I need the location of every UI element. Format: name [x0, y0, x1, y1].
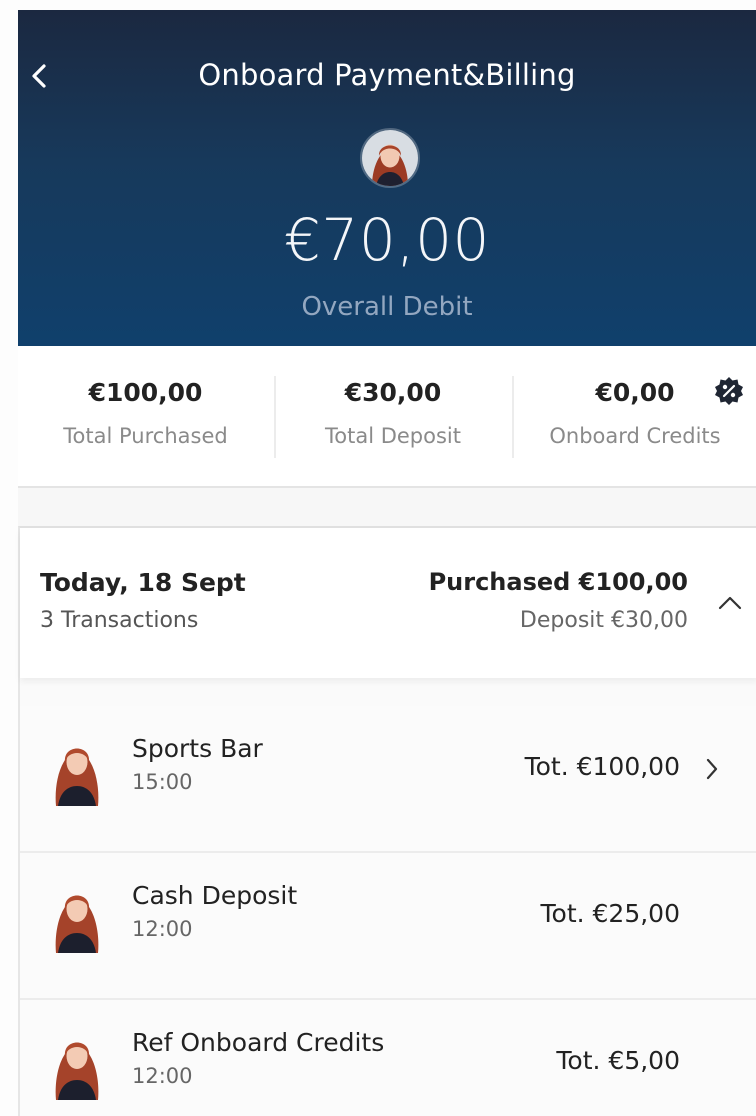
- overall-debit-amount: €70,00: [284, 206, 490, 274]
- transaction-row[interactable]: Sports Bar 15:00 Tot. €100,00: [20, 706, 756, 853]
- avatar-portrait-icon: [55, 895, 99, 953]
- summary-total-deposit: €30,00 Total Deposit: [276, 346, 510, 486]
- summary-total-purchased: €100,00 Total Purchased: [18, 346, 273, 486]
- overall-debit-label: Overall Debit: [301, 292, 473, 322]
- summary-label: Onboard Credits: [549, 424, 721, 448]
- transaction-name: Cash Deposit: [132, 881, 298, 910]
- avatar-portrait-icon: [55, 1042, 99, 1100]
- transaction-time: 12:00: [132, 917, 193, 941]
- header: Onboard Payment&Billing €70,00 Overall D…: [18, 10, 756, 346]
- transaction-total: Tot. €25,00: [540, 899, 681, 928]
- chevron-right-icon[interactable]: [704, 756, 720, 782]
- screen: Onboard Payment&Billing €70,00 Overall D…: [0, 0, 756, 1116]
- avatar-portrait-icon: [55, 748, 99, 806]
- summary-onboard-credits[interactable]: €0,00 Onboard Credits: [514, 346, 756, 486]
- transaction-total: Tot. €100,00: [524, 752, 680, 781]
- avatar-portrait-icon: [362, 130, 418, 186]
- transaction-name: Sports Bar: [132, 734, 263, 763]
- day-group-deposit: Deposit €30,00: [519, 608, 688, 633]
- discount-badge-icon: [715, 377, 743, 405]
- day-group-purchased: Purchased €100,00: [428, 568, 688, 596]
- transaction-row[interactable]: Cash Deposit 12:00 Tot. €25,00: [20, 853, 756, 1000]
- day-group-header[interactable]: Today, 18 Sept 3 Transactions Purchased …: [20, 528, 756, 678]
- summary-value: €30,00: [344, 378, 442, 407]
- avatar[interactable]: [360, 128, 420, 188]
- transactions-panel: Today, 18 Sept 3 Transactions Purchased …: [18, 526, 756, 1116]
- summary-value: €100,00: [88, 378, 203, 407]
- transaction-time: 15:00: [132, 770, 193, 794]
- summary-label: Total Deposit: [325, 424, 461, 448]
- section-gap: [18, 488, 756, 528]
- day-group-count: 3 Transactions: [40, 608, 199, 633]
- transaction-name: Ref Onboard Credits: [132, 1028, 385, 1057]
- transaction-row[interactable]: Ref Onboard Credits 12:00 Tot. €5,00: [20, 1000, 756, 1116]
- summary-label: Total Purchased: [63, 424, 228, 448]
- page-title: Onboard Payment&Billing: [198, 58, 576, 92]
- transaction-time: 12:00: [132, 1064, 193, 1088]
- transaction-list: Sports Bar 15:00 Tot. €100,00 Cash Depos…: [20, 706, 756, 1116]
- chevron-up-icon[interactable]: [716, 592, 744, 614]
- transaction-total: Tot. €5,00: [556, 1046, 680, 1075]
- day-group-title: Today, 18 Sept: [40, 568, 246, 597]
- summary-bar: €100,00 Total Purchased €30,00 Total Dep…: [18, 346, 756, 488]
